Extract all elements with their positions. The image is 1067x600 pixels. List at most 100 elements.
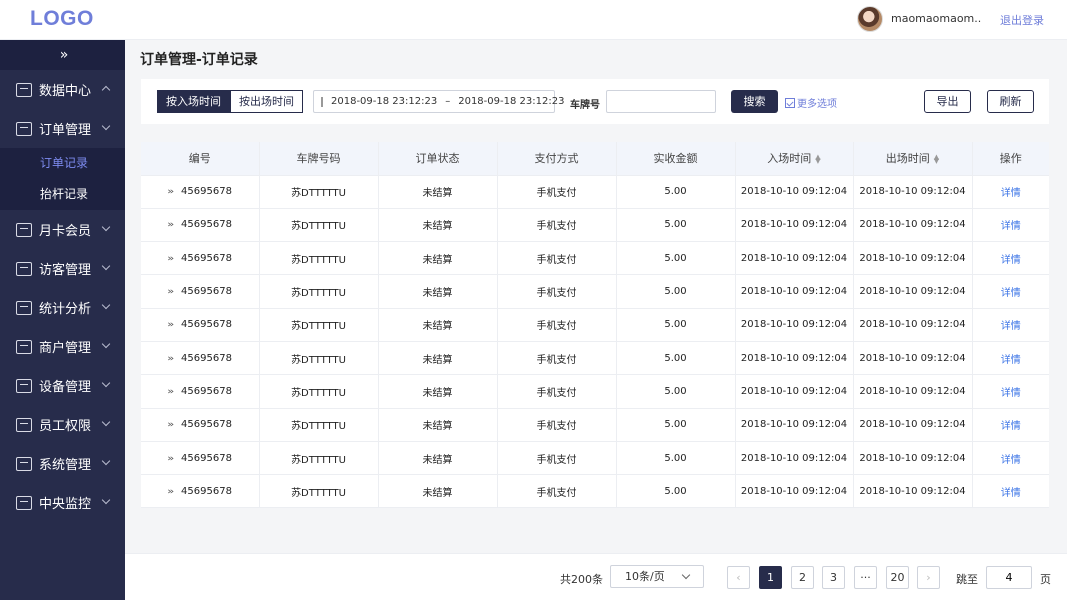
expand-chevron-icon[interactable]: »	[167, 387, 174, 397]
cell-plate: 苏DTTTTTU	[259, 208, 379, 243]
cell-entry-time: 2018-10-10 09:12:04	[735, 241, 854, 276]
expand-chevron-icon[interactable]: »	[167, 287, 174, 297]
detail-link[interactable]: 详情	[1001, 488, 1021, 499]
expand-chevron-icon[interactable]: »	[167, 254, 174, 264]
sidebar-item-staff-permissions[interactable]: 员工权限	[0, 405, 125, 444]
page-ellipsis[interactable]: ···	[854, 566, 877, 589]
search-button[interactable]: 搜索	[731, 90, 778, 113]
sidebar-item-visitor-management[interactable]: 访客管理	[0, 249, 125, 288]
sidebar-item-central-monitoring[interactable]: 中央监控	[0, 483, 125, 522]
cell-plate: 苏DTTTTTU	[259, 341, 379, 376]
export-button[interactable]: 导出	[924, 90, 971, 113]
expand-chevron-icon[interactable]: »	[167, 354, 174, 364]
date-range-picker[interactable]: 2018-09-18 23:12:23 – 2018-09-18 23:12:2…	[313, 90, 564, 113]
chevron-down-icon	[101, 300, 111, 310]
cell-exit-time: 2018-10-10 09:12:04	[853, 474, 973, 509]
next-page-button[interactable]: ›	[917, 566, 940, 589]
cell-entry-time: 2018-10-10 09:12:04	[735, 308, 854, 342]
column-header-exit-time[interactable]: 出场时间 ▲ ▼	[853, 142, 973, 176]
avatar[interactable]	[857, 6, 883, 32]
detail-link[interactable]: 详情	[1001, 455, 1021, 466]
sidebar-item-statistics[interactable]: 统计分析	[0, 288, 125, 327]
sidebar-item-label: 设备管理	[39, 380, 92, 395]
cell-exit-time: 2018-10-10 09:12:04	[853, 374, 973, 409]
chevron-down-icon	[101, 417, 111, 427]
cell-entry-time: 2018-10-10 09:12:04	[735, 274, 854, 309]
prev-page-button[interactable]: ‹	[727, 566, 750, 589]
table-row: » 45695678 苏DTTTTTU 未结算 手机支付 5.00 2018-10…	[141, 341, 1049, 376]
detail-link[interactable]: 详情	[1001, 388, 1021, 399]
cell-id: » 45695678	[141, 441, 260, 476]
filter-toolbar: 按入场时间 按出场时间 2018-09-18 23:12:23 – 2018-0…	[141, 79, 1049, 124]
sidebar-item-device-management[interactable]: 设备管理	[0, 366, 125, 405]
detail-link[interactable]: 详情	[1001, 188, 1021, 199]
sort-icon[interactable]: ▲ ▼	[815, 154, 820, 165]
cell-actions: 详情	[972, 308, 1049, 342]
sort-icon[interactable]: ▲ ▼	[934, 154, 939, 165]
cell-exit-time: 2018-10-10 09:12:04	[853, 441, 973, 476]
sidebar-item-merchant-management[interactable]: 商户管理	[0, 327, 125, 366]
cell-exit-time: 2018-10-10 09:12:04	[853, 308, 973, 342]
sidebar-item-order-management[interactable]: 订单管理	[0, 109, 125, 148]
cell-status: 未结算	[378, 474, 498, 509]
detail-link[interactable]: 详情	[1001, 355, 1021, 366]
page-title: 订单管理-订单记录	[140, 52, 258, 68]
more-options-link[interactable]: 更多选项	[785, 95, 837, 110]
expand-chevron-icon[interactable]: »	[167, 187, 174, 197]
sidebar-item-data-center[interactable]: 数据中心	[0, 70, 125, 109]
detail-link[interactable]: 详情	[1001, 421, 1021, 432]
plate-label: 车牌号	[570, 100, 600, 111]
order-id: 45695678	[181, 252, 232, 264]
plate-input[interactable]	[606, 90, 716, 113]
cell-plate: 苏DTTTTTU	[259, 308, 379, 342]
column-header-id: 编号	[141, 142, 260, 176]
sidebar-subitem-gate-records[interactable]: 抬杆记录	[0, 179, 125, 210]
detail-link[interactable]: 详情	[1001, 255, 1021, 266]
cell-amount: 5.00	[616, 474, 736, 509]
double-chevron-right-icon: »	[59, 47, 68, 63]
cell-payment: 手机支付	[497, 441, 617, 476]
expand-chevron-icon[interactable]: »	[167, 454, 174, 464]
page-1-button[interactable]: 1	[759, 566, 782, 589]
sidebar-collapse-button[interactable]: »	[0, 40, 125, 70]
cell-status: 未结算	[378, 208, 498, 243]
detail-link[interactable]: 详情	[1001, 221, 1021, 232]
expand-chevron-icon[interactable]: »	[167, 487, 174, 497]
cell-amount: 5.00	[616, 274, 736, 309]
cell-amount: 5.00	[616, 374, 736, 409]
page-size-select[interactable]: 10条/页	[610, 565, 704, 588]
order-id: 45695678	[181, 319, 232, 331]
expand-chevron-icon[interactable]: »	[167, 320, 174, 330]
goto-page-input[interactable]	[986, 566, 1032, 589]
page-20-button[interactable]: 20	[886, 566, 909, 589]
cell-amount: 5.00	[616, 341, 736, 376]
sidebar-item-label: 数据中心	[39, 84, 92, 99]
username[interactable]: maomaomaom...	[891, 12, 981, 25]
column-header-entry-time[interactable]: 入场时间 ▲ ▼	[735, 142, 854, 176]
orders-table: 编号 车牌号码 订单状态 支付方式 实收金额 入场时间 ▲ ▼ 出场时间 ▲ ▼ 操作 …	[141, 142, 1049, 509]
chevron-down-icon	[101, 121, 111, 131]
tab-by-exit-time[interactable]: 按出场时间	[230, 90, 303, 113]
page-3-button[interactable]: 3	[822, 566, 845, 589]
column-header-payment: 支付方式	[497, 142, 617, 176]
sidebar-subitem-order-records[interactable]: 订单记录	[0, 148, 125, 179]
logout-link[interactable]: 退出登录	[1000, 12, 1044, 28]
total-count: 共200条	[560, 573, 603, 586]
refresh-button[interactable]: 刷新	[987, 90, 1034, 113]
cell-exit-time: 2018-10-10 09:12:04	[853, 408, 973, 442]
column-header-status: 订单状态	[378, 142, 498, 176]
column-header-amount: 实收金额	[616, 142, 736, 176]
cell-actions: 详情	[972, 175, 1049, 209]
table-row: » 45695678 苏DTTTTTU 未结算 手机支付 5.00 2018-10…	[141, 274, 1049, 309]
expand-chevron-icon[interactable]: »	[167, 420, 174, 430]
order-id: 45695678	[181, 286, 232, 298]
detail-link[interactable]: 详情	[1001, 321, 1021, 332]
page-2-button[interactable]: 2	[791, 566, 814, 589]
tab-by-entry-time[interactable]: 按入场时间	[157, 90, 230, 113]
cell-plate: 苏DTTTTTU	[259, 474, 379, 509]
sidebar-item-system-management[interactable]: 系统管理	[0, 444, 125, 483]
more-options-label: 更多选项	[797, 99, 837, 110]
sidebar-item-monthly-members[interactable]: 月卡会员	[0, 210, 125, 249]
expand-chevron-icon[interactable]: »	[167, 220, 174, 230]
detail-link[interactable]: 详情	[1001, 288, 1021, 299]
